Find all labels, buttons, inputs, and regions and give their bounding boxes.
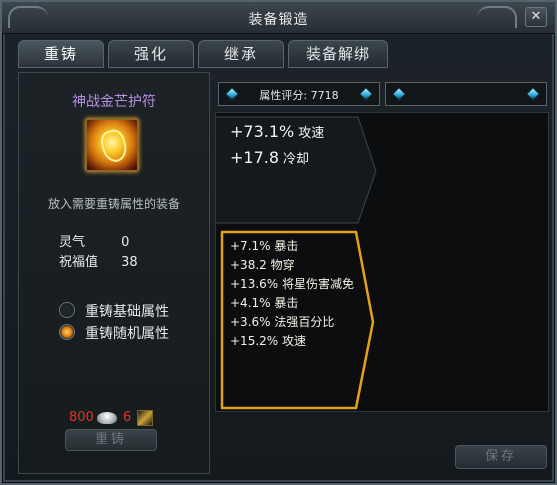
equipment-panel: 神战金芒护符 放入需要重铸属性的装备 灵气 0 祝福值 38 重铸基础属性 重铸… bbox=[18, 72, 210, 474]
new-attr-line: +3.6% 法强百分比 bbox=[230, 315, 335, 329]
radio-button-unselected[interactable] bbox=[59, 302, 75, 318]
attr-value: +17.8 bbox=[230, 148, 280, 167]
close-button[interactable]: ✕ bbox=[525, 7, 547, 27]
new-attr-line: +15.2% 攻速 bbox=[230, 334, 306, 348]
tab-enhance[interactable]: 强化 bbox=[108, 40, 194, 68]
silver-ingot-icon bbox=[97, 412, 117, 424]
option-label: 重铸基础属性 bbox=[85, 304, 169, 320]
window-title: 装备锻造 bbox=[248, 12, 309, 28]
attr-name: 攻速 bbox=[298, 126, 325, 141]
tab-reforge[interactable]: 重铸 bbox=[18, 40, 104, 68]
save-button[interactable]: 保存 bbox=[455, 445, 547, 469]
golden-amulet-icon[interactable] bbox=[85, 118, 139, 172]
silver-cost: 800 bbox=[69, 410, 94, 425]
new-attr-line: +4.1% 暴击 bbox=[230, 296, 299, 310]
current-attr-line: +73.1% 攻速 bbox=[230, 122, 324, 141]
attr-value: +73.1% bbox=[230, 122, 295, 141]
blue-gem-icon bbox=[391, 86, 407, 102]
attr-name: 冷却 bbox=[283, 152, 310, 167]
reforge-stone-icon bbox=[137, 410, 153, 426]
stat-label: 祝福值 bbox=[59, 255, 99, 270]
item-name: 神战金芒护符 bbox=[72, 94, 156, 110]
title-bar[interactable]: 装备锻造 ✕ bbox=[2, 2, 555, 34]
reforge-button[interactable]: 重铸 bbox=[65, 429, 157, 451]
stone-cost: 6 bbox=[123, 410, 132, 425]
radio-button-selected[interactable] bbox=[59, 324, 75, 340]
stat-label: 灵气 bbox=[59, 235, 86, 250]
option-label: 重铸随机属性 bbox=[85, 326, 169, 342]
reforge-window: 装备锻造 ✕ 重铸 强化 继承 装备解绑 神战金芒护符 放入需要重铸属性的装备 … bbox=[0, 0, 557, 485]
stat-spirit: 灵气 0 bbox=[59, 231, 129, 250]
blue-gem-icon bbox=[525, 86, 541, 102]
stat-value: 38 bbox=[121, 255, 138, 270]
stat-value: 0 bbox=[121, 235, 130, 250]
tab-unbind[interactable]: 装备解绑 bbox=[288, 40, 388, 68]
score-bar-new bbox=[385, 82, 547, 106]
new-attr-line: +7.1% 暴击 bbox=[230, 239, 299, 253]
current-attr-line: +17.8 冷却 bbox=[230, 148, 309, 167]
new-attr-line: +38.2 物穿 bbox=[230, 258, 295, 272]
stat-blessing: 祝福值 38 bbox=[59, 251, 138, 270]
attribute-score: 属性评分: 7718 bbox=[259, 89, 339, 102]
title-ornament-right bbox=[477, 6, 517, 28]
tab-inherit[interactable]: 继承 bbox=[198, 40, 284, 68]
close-icon: ✕ bbox=[530, 9, 542, 24]
score-bar-current: 属性评分: 7718 bbox=[218, 82, 380, 106]
new-attr-line: +13.6% 将星伤害减免 bbox=[230, 277, 354, 291]
item-slot-hint: 放入需要重铸属性的装备 bbox=[47, 197, 180, 211]
